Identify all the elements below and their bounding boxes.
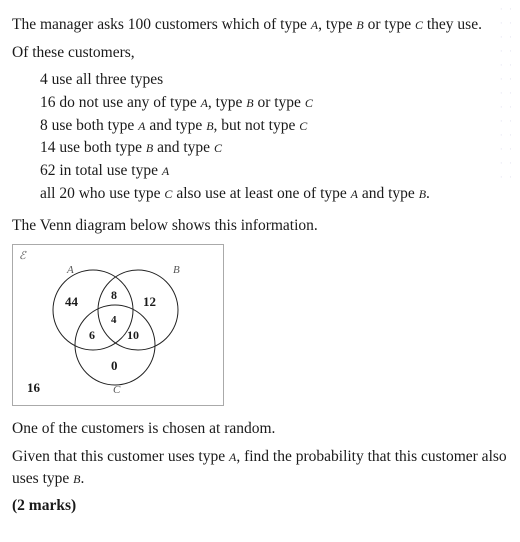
region-bc: 10 <box>127 327 139 344</box>
region-a-only: 44 <box>65 293 78 311</box>
type-a-label: A <box>311 18 318 32</box>
region-ac: 6 <box>89 327 95 344</box>
fact-text: . <box>426 185 430 202</box>
fact-list: 4 use all three types 16 do not use any … <box>12 69 508 204</box>
venn-caption: The Venn diagram below shows this inform… <box>12 215 508 237</box>
fact-text: and type <box>358 185 419 202</box>
region-ab: 8 <box>111 287 117 304</box>
fact-text: and type <box>146 117 207 134</box>
fact-item: 14 use both type B and type C <box>40 137 508 159</box>
type-c-label: C <box>305 96 313 110</box>
type-a-label: A <box>351 187 358 201</box>
fact-text: , but not type <box>214 117 300 134</box>
region-abc: 4 <box>111 313 117 328</box>
type-a-label: A <box>162 164 169 178</box>
of-these-line: Of these customers, <box>12 42 508 64</box>
question-line-1: One of the customers is chosen at random… <box>12 418 508 440</box>
venn-diagram: ℰ A B C 44 8 12 4 6 10 0 16 <box>12 244 224 406</box>
intro-text: The manager asks 100 customers which of … <box>12 16 311 33</box>
type-a-label: A <box>201 96 208 110</box>
question-text: Given that this customer uses type <box>12 448 229 465</box>
fact-text: , type <box>208 94 246 111</box>
type-c-label: C <box>214 141 222 155</box>
fact-text: 16 do not use any of type <box>40 94 201 111</box>
marks-label: (2 marks) <box>12 495 508 517</box>
fact-text: and type <box>153 139 214 156</box>
set-c-label: C <box>113 383 120 398</box>
type-c-label: C <box>415 18 423 32</box>
intro-text: or type <box>364 16 415 33</box>
intro-paragraph: The manager asks 100 customers which of … <box>12 14 508 36</box>
type-a-label: A <box>138 119 145 133</box>
question-line-2: Given that this customer uses type A, fi… <box>12 446 508 489</box>
fact-item: 4 use all three types <box>40 69 508 91</box>
set-b-label: B <box>173 263 180 278</box>
fact-text: 14 use both type <box>40 139 146 156</box>
type-c-label: C <box>299 119 307 133</box>
fact-item: all 20 who use type C also use at least … <box>40 183 508 205</box>
type-b-label: B <box>246 96 253 110</box>
fact-text: 62 in total use type <box>40 162 162 179</box>
set-a-label: A <box>67 263 74 278</box>
intro-text: , type <box>318 16 356 33</box>
fact-item: 62 in total use type A <box>40 160 508 182</box>
fact-text: also use at least one of type <box>172 185 350 202</box>
fact-text: all 20 who use type <box>40 185 164 202</box>
decorative-dots: · ·· ·· ·· ·· ·· ·· ·· ·· ·· ·· ·· ·· · <box>500 2 514 184</box>
fact-text: 8 use both type <box>40 117 138 134</box>
fact-text: or type <box>254 94 305 111</box>
fact-item: 16 do not use any of type A, type B or t… <box>40 92 508 114</box>
fact-item: 8 use both type A and type B, but not ty… <box>40 115 508 137</box>
type-b-label: B <box>206 119 213 133</box>
region-outside: 16 <box>27 379 40 397</box>
type-b-label: B <box>356 18 363 32</box>
region-b-only: 12 <box>143 293 156 311</box>
type-b-label: B <box>419 187 426 201</box>
intro-text: they use. <box>423 16 482 33</box>
venn-circles <box>13 245 223 405</box>
region-c-only: 0 <box>111 357 118 375</box>
question-text: . <box>80 470 84 487</box>
